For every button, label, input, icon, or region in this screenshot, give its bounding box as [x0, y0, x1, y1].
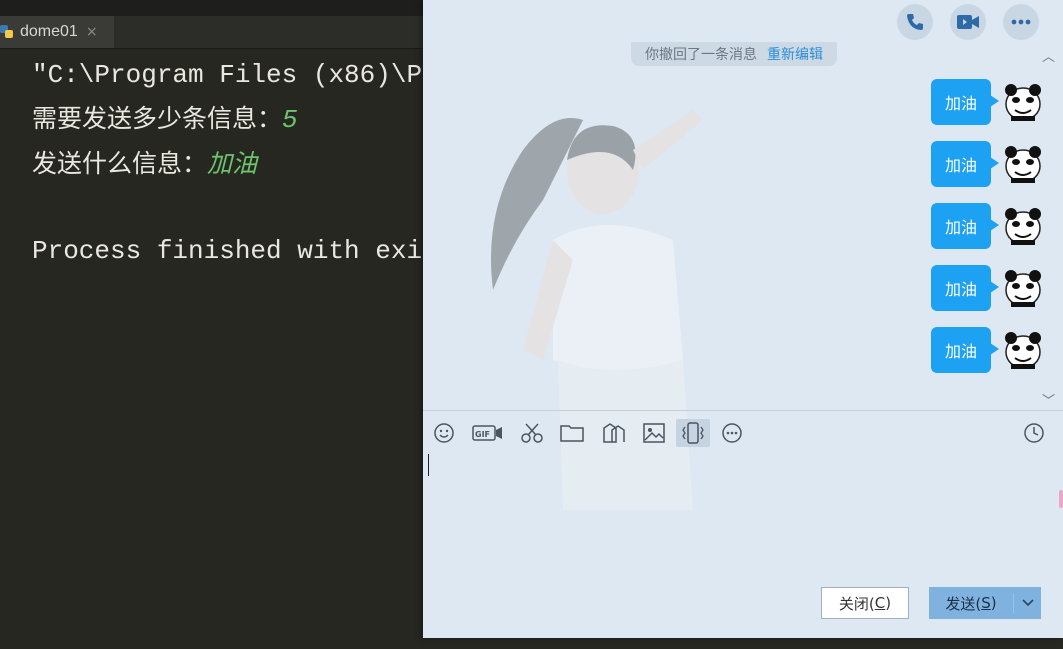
- scroll-up-icon[interactable]: ︿: [1042, 46, 1055, 65]
- user-avatar-icon[interactable]: [1003, 206, 1043, 246]
- message-input[interactable]: [423, 454, 1063, 584]
- console-line-finished: Process finished with exit: [32, 236, 438, 266]
- message-bubble[interactable]: 加油: [930, 203, 1000, 249]
- shake-icon: [682, 422, 704, 444]
- shake-button[interactable]: [676, 419, 710, 447]
- recall-notice: 你撤回了一条消息 重新编辑: [631, 42, 837, 66]
- message-bubble[interactable]: 加油: [930, 79, 1000, 125]
- console-prompt-message: 发送什么信息：: [32, 149, 208, 178]
- ide-top-strip: [0, 0, 430, 16]
- message-bubble[interactable]: 加油: [930, 141, 1000, 187]
- message-row: 加油: [930, 202, 1043, 250]
- close-shortcut-key: C: [874, 594, 886, 612]
- re-edit-link[interactable]: 重新编辑: [767, 44, 823, 64]
- scroll-down-icon[interactable]: ﹀: [1042, 390, 1055, 409]
- screenshot-button[interactable]: [517, 419, 547, 447]
- close-button-label-end: ): [885, 594, 892, 612]
- video-call-button[interactable]: [950, 4, 986, 40]
- tab-close-icon[interactable]: ×: [86, 24, 98, 40]
- console-input-message: 加油: [207, 149, 258, 178]
- phone-icon: [907, 14, 923, 30]
- user-avatar-icon[interactable]: [1003, 144, 1043, 184]
- image-icon: [643, 423, 665, 443]
- message-row: 加油: [930, 78, 1043, 126]
- user-avatar-icon[interactable]: [1003, 82, 1043, 122]
- tab-label: dome01: [20, 23, 78, 40]
- emoji-button[interactable]: [429, 419, 459, 447]
- video-icon: [957, 15, 979, 29]
- voice-call-button[interactable]: [897, 4, 933, 40]
- folder-icon: [560, 425, 584, 442]
- chat-header: [423, 0, 1063, 46]
- text-caret: [428, 454, 429, 476]
- image-button[interactable]: [639, 419, 669, 447]
- more-tools-button[interactable]: [717, 419, 747, 447]
- recall-notice-text: 你撤回了一条消息: [645, 47, 757, 63]
- chat-window: 你撤回了一条消息 重新编辑 ︿ 加油 加油 加油 加油 加油 ﹀ GIF 关闭(…: [423, 0, 1063, 638]
- more-options-button[interactable]: [1003, 4, 1039, 40]
- console-line-command: "C:\Program Files (x86)\Py: [32, 60, 438, 90]
- console-prompt-count: 需要发送多少条信息：: [32, 104, 283, 133]
- python-file-icon: [0, 25, 14, 39]
- tab-dome01[interactable]: dome01 ×: [0, 16, 114, 48]
- message-list[interactable]: 你撤回了一条消息 重新编辑 ︿ 加油 加油 加油 加油 加油 ﹀: [423, 42, 1063, 410]
- input-toolbar: GIF: [423, 410, 1063, 455]
- more-icon: [1011, 19, 1031, 25]
- send-button-label-end: ): [990, 594, 997, 612]
- console-input-count: 5: [282, 105, 298, 135]
- close-button[interactable]: 关闭(C): [821, 587, 909, 619]
- user-avatar-icon[interactable]: [1003, 268, 1043, 308]
- emoji-icon: [434, 423, 454, 443]
- document-icon: [603, 423, 625, 443]
- run-console-output: "C:\Program Files (x86)\Py 需要发送多少条信息：5 发…: [32, 54, 438, 273]
- more-circle-icon: [722, 423, 742, 443]
- gif-button[interactable]: GIF: [471, 419, 505, 447]
- editor-tab-bar: dome01 ×: [0, 16, 430, 49]
- gif-icon: GIF: [472, 425, 502, 441]
- send-file-button[interactable]: [557, 419, 587, 447]
- message-bubble[interactable]: 加油: [930, 265, 1000, 311]
- message-bubble[interactable]: 加油: [930, 327, 1000, 373]
- doc-button[interactable]: [599, 419, 629, 447]
- message-row: 加油: [930, 140, 1043, 188]
- send-button-group: 发送(S): [929, 587, 1041, 619]
- history-button[interactable]: [1019, 419, 1049, 447]
- svg-text:GIF: GIF: [475, 430, 490, 439]
- chevron-down-icon: [1021, 599, 1034, 607]
- message-row: 加油: [930, 264, 1043, 312]
- message-row: 加油: [930, 326, 1043, 374]
- send-button[interactable]: 发送(S): [929, 587, 1013, 619]
- close-button-label: 关闭(: [838, 594, 875, 613]
- send-button-label: 发送(: [945, 594, 982, 613]
- scissors-icon: [521, 423, 543, 443]
- send-options-button[interactable]: [1014, 587, 1041, 619]
- send-shortcut-key: S: [981, 594, 991, 612]
- clock-icon: [1024, 423, 1044, 443]
- user-avatar-icon[interactable]: [1003, 330, 1043, 370]
